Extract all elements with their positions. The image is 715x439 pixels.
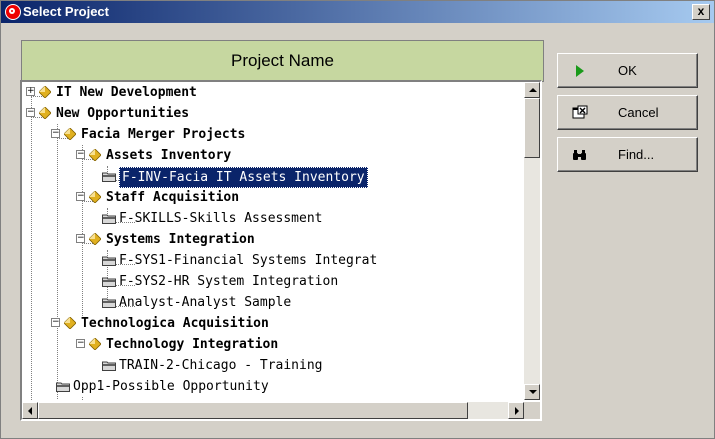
diamond-group-icon <box>89 191 101 203</box>
app-logo-icon <box>5 4 21 20</box>
tree-project-node[interactable]: TRAIN-2-Chicago - Training <box>22 355 522 376</box>
tree-group-node[interactable]: + IT New Development <box>22 82 522 103</box>
cancel-button-label: Cancel <box>618 105 659 120</box>
tree-node-label: Analyst-Analyst Sample <box>119 295 292 310</box>
tree-node-label: F-SKILLS-Skills Assessment <box>119 211 323 226</box>
tree-node-label: F-SYS2-HR System Integration <box>119 274 339 289</box>
collapse-toggle-icon[interactable]: − <box>51 318 60 327</box>
select-project-dialog: Select Project x Project Name + IT New De… <box>0 0 715 439</box>
collapse-toggle-icon[interactable]: − <box>76 192 85 201</box>
folder-icon <box>102 256 116 266</box>
diamond-group-icon <box>39 86 51 98</box>
diamond-group-icon <box>89 338 101 350</box>
tree-node-label: New Opportunities <box>56 106 190 121</box>
vertical-scroll-thumb[interactable] <box>524 98 540 158</box>
tree-group-node[interactable]: − Staff Acquisition <box>22 187 522 208</box>
collapse-toggle-icon[interactable]: − <box>76 339 85 348</box>
tree-connector-line <box>82 397 83 400</box>
window-title: Select Project <box>23 4 109 19</box>
binoculars-icon <box>573 150 586 160</box>
tree-project-node[interactable]: F-INV-Facia IT Assets Inventory <box>22 166 522 188</box>
folder-icon <box>102 214 116 224</box>
play-arrow-icon <box>576 65 584 77</box>
tree-group-node[interactable]: − Facia Merger Projects <box>22 124 522 145</box>
folder-icon <box>102 277 116 287</box>
scroll-down-button[interactable] <box>524 384 540 400</box>
scroll-right-button[interactable] <box>508 402 524 419</box>
diamond-group-icon <box>39 107 51 119</box>
folder-icon <box>102 361 116 371</box>
tree-node-label: IT New Development <box>56 85 197 100</box>
tree-group-node[interactable]: − New Opportunities <box>22 103 522 124</box>
diamond-group-icon <box>89 149 101 161</box>
tree-group-node[interactable]: − Systems Integration <box>22 229 522 250</box>
selected-project-label: F-INV-Facia IT Assets Inventory <box>119 167 368 188</box>
vertical-scrollbar[interactable] <box>524 82 540 400</box>
find-button[interactable]: Find... <box>557 137 698 172</box>
title-bar: Select Project x <box>1 1 714 23</box>
tree-project-node[interactable]: F-SYS1-Financial Systems Integrat <box>22 250 522 271</box>
horizontal-scrollbar[interactable] <box>22 402 524 419</box>
close-window-icon <box>572 105 588 119</box>
tree-node-label: Facia Merger Projects <box>81 127 246 142</box>
tree-node-label: Systems Integration <box>106 232 255 247</box>
tree-project-node[interactable]: Opp1-Possible Opportunity <box>22 376 522 397</box>
tree-project-node[interactable]: F-SYS2-HR System Integration <box>22 271 522 292</box>
diamond-group-icon <box>64 128 76 140</box>
project-tree-panel: + IT New Development − New Opportunities − Fa… <box>20 80 542 421</box>
horizontal-scroll-thumb[interactable] <box>38 402 468 419</box>
expand-toggle-icon[interactable]: + <box>26 87 35 96</box>
find-button-label: Find... <box>618 147 655 162</box>
collapse-toggle-icon[interactable]: − <box>26 108 35 117</box>
scroll-up-button[interactable] <box>524 82 540 98</box>
tree-node-label: Assets Inventory <box>106 148 232 163</box>
folder-icon <box>56 382 70 392</box>
tree-node-label: Technology Integration <box>106 337 279 352</box>
tree-node-label: TRAIN-2-Chicago - Training <box>119 358 323 373</box>
column-header-project-name[interactable]: Project Name <box>21 40 544 82</box>
project-tree[interactable]: + IT New Development − New Opportunities − Fa… <box>22 82 524 400</box>
tree-node-label: Technologica Acquisition <box>81 316 269 331</box>
collapse-toggle-icon[interactable]: − <box>76 150 85 159</box>
collapse-toggle-icon[interactable]: − <box>51 129 60 138</box>
diamond-group-icon <box>64 317 76 329</box>
tree-project-node[interactable]: Analyst-Analyst Sample <box>22 292 522 313</box>
tree-project-node[interactable]: F-SKILLS-Skills Assessment <box>22 208 522 229</box>
tree-group-node[interactable]: − Assets Inventory <box>22 145 522 166</box>
ok-button[interactable]: OK <box>557 53 698 88</box>
tree-group-node[interactable]: − Technology Integration <box>22 334 522 355</box>
scrollbar-corner <box>524 402 540 419</box>
folder-icon <box>102 172 116 182</box>
cancel-button[interactable]: Cancel <box>557 95 698 130</box>
scroll-left-button[interactable] <box>22 402 38 419</box>
collapse-toggle-icon[interactable]: − <box>76 234 85 243</box>
diamond-group-icon <box>89 233 101 245</box>
tree-node-label: Staff Acquisition <box>106 190 240 205</box>
ok-button-label: OK <box>618 63 637 78</box>
tree-group-node[interactable]: − Technologica Acquisition <box>22 313 522 334</box>
close-button[interactable]: x <box>692 4 710 20</box>
folder-icon <box>102 298 116 308</box>
tree-node-label: F-SYS1-Financial Systems Integrat <box>119 253 378 268</box>
tree-node-label: Opp1-Possible Opportunity <box>73 379 269 394</box>
